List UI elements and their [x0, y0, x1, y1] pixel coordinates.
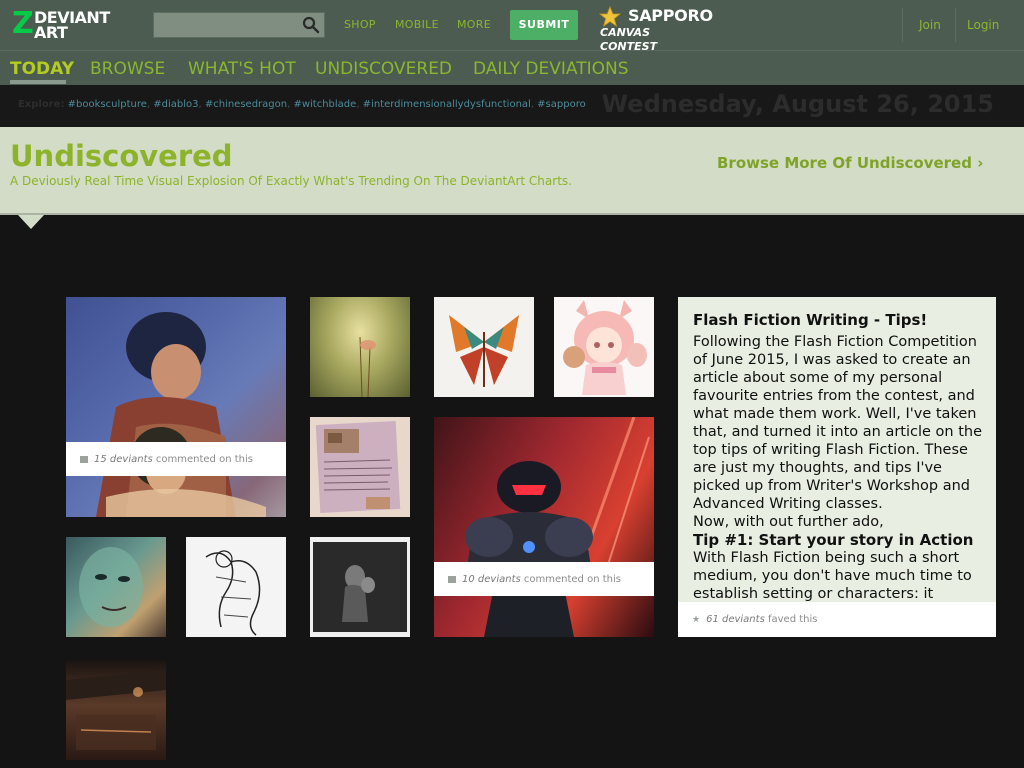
deviation-thumbnail[interactable] — [434, 297, 534, 397]
search-box[interactable] — [153, 12, 325, 38]
deviation-thumbnail[interactable] — [66, 537, 166, 637]
comment-count: 15 deviants — [94, 454, 153, 465]
nav-more-link[interactable]: MORE — [457, 18, 491, 31]
explore-tag-link[interactable]: #sapporo — [537, 99, 586, 110]
submit-button[interactable]: SUBMIT — [510, 10, 578, 40]
deviation-thumbnail[interactable] — [310, 537, 410, 637]
header-divider — [902, 8, 903, 42]
deviation-thumbnail[interactable] — [186, 537, 286, 637]
chevron-right-icon: › — [977, 154, 984, 172]
header-divider — [955, 8, 956, 42]
deviation-thumbnail[interactable] — [310, 297, 410, 397]
explore-tag-link[interactable]: #diablo3 — [153, 99, 198, 110]
contest-star-icon — [598, 6, 622, 27]
deviation-thumbnail[interactable]: 15 deviants commented on this — [66, 297, 286, 517]
comment-icon — [80, 455, 88, 463]
comment-summary: 10 deviants commented on this — [434, 562, 654, 596]
header-pointer — [18, 215, 44, 229]
logo-wordmark: DEVIANT ART — [34, 8, 110, 42]
artwork-grass — [359, 336, 376, 397]
fav-count: 61 deviants — [706, 614, 765, 625]
top-bar: Z DEVIANT ART SHOP MOBILE MORE SUBMIT SAP… — [0, 0, 1024, 53]
page-subtitle: A Deviously Real Time Visual Explosion O… — [10, 174, 572, 188]
explore-tag-link[interactable]: #booksculpture — [68, 99, 147, 110]
article-paragraph: Now, with out further ado, — [693, 514, 884, 530]
comment-summary: 15 deviants commented on this — [66, 442, 286, 476]
artwork-letter — [315, 420, 401, 514]
journal-article-card[interactable]: Flash Fiction Writing - Tips! Following … — [678, 297, 996, 637]
page-title: Undiscovered — [10, 139, 233, 173]
artwork-interior — [66, 670, 166, 750]
section-tabs: TODAY BROWSE WHAT'S HOT UNDISCOVERED DAI… — [0, 50, 1024, 85]
artwork-robot — [464, 417, 650, 637]
tab-undiscovered[interactable]: UNDISCOVERED — [315, 59, 452, 79]
comment-icon — [448, 575, 456, 583]
explore-tags: Explore: #booksculpture, #diablo3, #chin… — [18, 99, 586, 110]
deviantart-mark-icon: Z — [12, 6, 34, 41]
artwork-figures — [66, 297, 286, 517]
artwork-anime-character — [563, 300, 647, 395]
search-input[interactable] — [158, 16, 302, 36]
contest-title: SAPPORO — [628, 6, 713, 25]
artwork-dancers — [313, 542, 407, 632]
article-paragraph: With Flash Fiction being such a short me… — [693, 550, 972, 601]
tab-today[interactable]: TODAY — [10, 59, 74, 79]
artwork-sketch — [205, 550, 261, 636]
tab-daily-deviations[interactable]: DAILY DEVIATIONS — [473, 59, 629, 79]
sapporo-contest-banner[interactable]: SAPPORO CANVAS CONTEST — [598, 6, 713, 53]
article-paragraph: Following the Flash Fiction Competition … — [693, 334, 983, 512]
star-icon: ★ — [692, 615, 701, 625]
article-title: Flash Fiction Writing - Tips! — [693, 311, 928, 329]
nav-shop-link[interactable]: SHOP — [344, 18, 376, 31]
browse-more-link[interactable]: Browse More Of Undiscovered › — [717, 154, 983, 172]
nav-mobile-link[interactable]: MOBILE — [395, 18, 439, 31]
explore-tag-link[interactable]: #chinesedragon — [205, 99, 287, 110]
section-header: Undiscovered A Deviously Real Time Visua… — [0, 127, 1024, 215]
search-icon[interactable] — [302, 16, 320, 34]
tab-browse[interactable]: BROWSE — [90, 59, 165, 79]
fav-summary: ★ 61 deviants faved this — [678, 602, 996, 637]
explore-tag-link[interactable]: #witchblade — [293, 99, 356, 110]
article-subheading: Tip #1: Start your story in Action — [693, 531, 974, 549]
join-link[interactable]: Join — [919, 18, 941, 32]
deviation-thumbnail[interactable]: 10 deviants commented on this — [434, 417, 654, 637]
comment-count: 10 deviants — [462, 574, 521, 585]
artwork-butterfly — [449, 315, 519, 387]
tab-whats-hot[interactable]: WHAT'S HOT — [188, 59, 296, 79]
explore-label: Explore: — [18, 99, 65, 110]
deviation-thumbnail[interactable] — [310, 417, 410, 517]
login-link[interactable]: Login — [967, 18, 999, 32]
page-date: Wednesday, August 26, 2015 — [601, 90, 994, 118]
artwork-face — [79, 547, 143, 627]
explore-tag-link[interactable]: #interdimensionallydysfunctional — [363, 99, 531, 110]
active-tab-indicator — [10, 80, 66, 84]
deviation-thumbnail[interactable] — [554, 297, 654, 397]
deviation-thumbnail[interactable] — [66, 660, 166, 760]
deviantart-logo[interactable]: Z DEVIANT ART — [12, 8, 137, 42]
article-content: Flash Fiction Writing - Tips! Following … — [693, 311, 993, 601]
